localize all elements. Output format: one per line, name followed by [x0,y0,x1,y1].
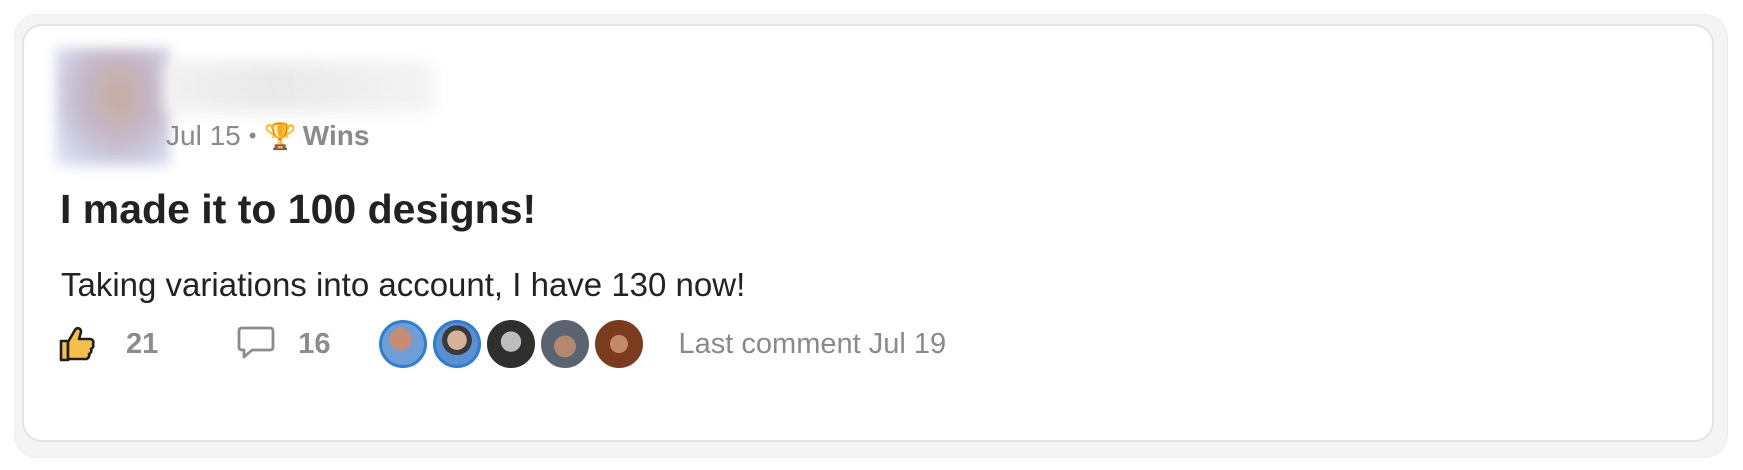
category-label[interactable]: Wins [303,120,370,152]
commenter-avatar[interactable] [484,318,537,370]
thumbs-up-icon[interactable] [58,325,96,363]
trophy-icon: 🏆 [264,120,297,151]
commenter-avatar[interactable] [538,318,591,370]
meta-separator: • [248,123,257,148]
commenter-avatar[interactable] [430,318,483,370]
post-footer: 21 16 Last comment Jul 19 [58,316,946,372]
commenter-avatar[interactable] [376,318,429,370]
post-date: Jul 15 [166,120,241,151]
like-count: 21 [126,327,159,360]
comment-count: 16 [298,327,331,360]
commenter-avatar[interactable] [592,318,645,370]
comment-button[interactable]: 16 [236,324,331,365]
speech-bubble-icon[interactable] [236,324,276,365]
post-card[interactable]: Jul 15 • 🏆 Wins I made it to 100 designs… [22,24,1714,442]
post-meta: Jul 15 • 🏆 Wins [166,116,369,156]
author-name[interactable] [164,62,434,112]
author-avatar[interactable] [56,48,170,166]
like-button[interactable]: 21 [58,325,158,363]
last-comment-date: Last comment Jul 19 [678,327,947,360]
post-title[interactable]: I made it to 100 designs! [60,186,536,233]
commenter-avatars[interactable] [376,318,647,370]
post-body: Taking variations into account, I have 1… [61,266,746,303]
